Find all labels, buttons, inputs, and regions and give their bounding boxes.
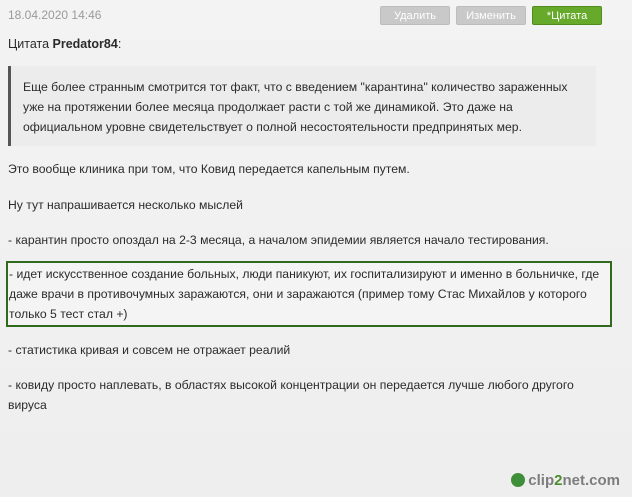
quote-prefix: Цитата (8, 37, 53, 51)
post-paragraph: - ковиду просто наплевать, в областях вы… (8, 378, 574, 412)
post-paragraph: - карантин просто опоздал на 2-3 месяца,… (8, 233, 549, 247)
post-paragraph: Ну тут напрашивается несколько мыслей (8, 198, 243, 212)
highlighted-paragraph: - идет искусственное создание больных, л… (9, 267, 600, 321)
delete-button[interactable]: Удалить (380, 6, 450, 25)
quote-block: Еще более странным смотрится тот факт, ч… (8, 66, 596, 146)
quote-suffix: : (117, 37, 122, 51)
post-timestamp: 18.04.2020 14:46 (8, 8, 102, 22)
edit-button[interactable]: Изменить (456, 6, 526, 25)
post-header: 18.04.2020 14:46 Удалить Изменить *Цитат… (0, 0, 632, 32)
quote-text: Еще более странным смотрится тот факт, ч… (23, 80, 568, 134)
quote-attribution: Цитата Predator84: (8, 37, 121, 51)
post-paragraph: Это вообще клиника при том, что Ковид пе… (8, 162, 410, 176)
post-paragraph: - статистика кривая и совсем не отражает… (8, 343, 291, 357)
clip2net-logo-icon (511, 473, 526, 487)
clip2net-watermark: clip2net.com (511, 472, 620, 489)
quote-button[interactable]: *Цитата (532, 6, 602, 25)
quote-author-name[interactable]: Predator84 (53, 37, 118, 51)
forum-post: 18.04.2020 14:46 Удалить Изменить *Цитат… (0, 0, 632, 497)
